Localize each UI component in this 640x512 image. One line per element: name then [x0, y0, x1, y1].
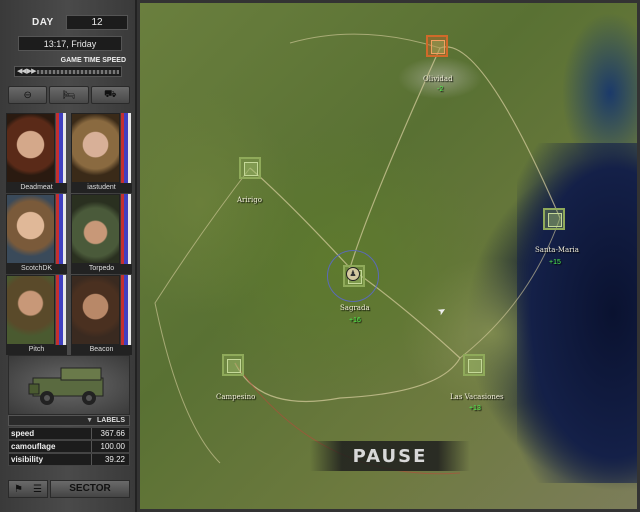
sector-icons: ⚑ ☰: [8, 480, 48, 498]
merc-name: Pitch: [6, 345, 67, 355]
merc-status-bars: [56, 275, 66, 345]
travel-button[interactable]: ⛟: [90, 86, 130, 104]
town-name: Aririgo: [237, 196, 262, 204]
arrow-down-icon[interactable]: ▼: [86, 416, 93, 426]
merc-card[interactable]: iastudent: [71, 113, 132, 193]
stat-label: speed: [11, 429, 35, 438]
merc-portrait[interactable]: [71, 113, 120, 183]
merc-status-bars: [121, 275, 131, 345]
merc-name: ScotchDK: [6, 264, 67, 274]
sector-bar: ⚑ ☰ SECTOR: [8, 480, 130, 498]
town-count: -2: [437, 86, 444, 93]
team-icon[interactable]: ⚑: [14, 484, 23, 495]
stat-value: 39.22: [104, 455, 125, 464]
merc-portrait[interactable]: [71, 275, 120, 345]
merc-portrait[interactable]: [6, 275, 55, 345]
town-marker[interactable]: [239, 157, 261, 179]
morale-bar: [127, 194, 131, 264]
day-value: 12: [66, 15, 128, 30]
pause-banner: PAUSE: [310, 441, 470, 471]
morale-bar: [127, 275, 131, 345]
morale-bar: [62, 113, 66, 183]
game-speed-label: GAME TIME SPEED: [60, 57, 126, 64]
merc-name: iastudent: [71, 183, 132, 193]
merc-name: Torpedo: [71, 264, 132, 274]
mode-buttons: ⊖ 🛏 ⛟: [8, 86, 130, 104]
stat-row: speed 367.66: [8, 427, 130, 440]
day-row: DAY 12: [8, 14, 130, 32]
morale-bar: [127, 113, 131, 183]
merc-portrait[interactable]: [71, 194, 120, 264]
merc-portrait[interactable]: [6, 194, 55, 264]
sector-button[interactable]: SECTOR: [50, 480, 130, 498]
merc-name: Beacon: [71, 345, 132, 355]
morale-bar: [62, 194, 66, 264]
merc-name: Deadmeat: [6, 183, 67, 193]
labels-bar[interactable]: ▼ LABELS: [8, 415, 130, 426]
merc-status-bars: [56, 194, 66, 264]
town-count: +13: [469, 405, 481, 412]
town-marker[interactable]: [543, 208, 565, 230]
stat-row: camouflage 100.00: [8, 440, 130, 453]
town-marker[interactable]: [222, 354, 244, 376]
merc-card[interactable]: Torpedo: [71, 194, 132, 274]
vehicle-stats: speed 367.66 camouflage 100.00 visibilit…: [8, 427, 130, 466]
stat-separator: [91, 454, 92, 465]
town-count: +15: [549, 259, 561, 266]
stat-label: visibility: [11, 455, 44, 464]
town-name: Campesino: [216, 393, 256, 401]
car-icon: ⛟: [104, 88, 117, 100]
speed-arrows-icon[interactable]: ◀◀ ▶▶: [17, 68, 37, 76]
merc-status-bars: [56, 113, 66, 183]
merc-portrait[interactable]: [6, 113, 55, 183]
stop-button[interactable]: ⊖: [8, 86, 48, 104]
day-label: DAY: [32, 17, 54, 28]
merc-status-bars: [121, 113, 131, 183]
stat-row: visibility 39.22: [8, 453, 130, 466]
stat-value: 367.66: [100, 429, 125, 438]
jeep-icon: [28, 367, 104, 405]
merc-card[interactable]: Beacon: [71, 275, 132, 355]
stat-separator: [91, 428, 92, 439]
stat-separator: [91, 441, 92, 452]
stat-label: camouflage: [11, 442, 56, 451]
merc-status-bars: [121, 194, 131, 264]
stat-value: 100.00: [100, 442, 125, 451]
rest-button[interactable]: 🛏: [49, 86, 89, 104]
strategic-map[interactable]: Olividad -2 Aririgo Santa-Maria +15 ♟ Sa…: [137, 0, 640, 512]
labels-title: LABELS: [97, 417, 125, 424]
vehicle-panel[interactable]: [8, 355, 130, 415]
merc-card[interactable]: Deadmeat: [6, 113, 67, 193]
merc-card[interactable]: ScotchDK: [6, 194, 67, 274]
squad-icon[interactable]: ♟: [346, 267, 360, 281]
town-marker[interactable]: [463, 354, 485, 376]
game-speed-slider[interactable]: ◀◀ ▶▶: [14, 66, 122, 77]
town-count: +16: [349, 317, 361, 324]
sidebar: DAY 12 13:17, Friday GAME TIME SPEED ◀◀ …: [0, 0, 137, 512]
speed-track[interactable]: [37, 70, 119, 74]
town-name: Las Vacasiones: [450, 393, 504, 401]
time-display: 13:17, Friday: [18, 36, 122, 51]
merc-card[interactable]: Pitch: [6, 275, 67, 355]
stop-icon: ⊖: [23, 89, 32, 101]
town-name: Sagrada: [340, 304, 370, 312]
morale-bar: [62, 275, 66, 345]
bed-icon: 🛏: [62, 89, 76, 101]
list-icon[interactable]: ☰: [33, 484, 42, 495]
town-name: Olividad: [423, 75, 453, 83]
town-marker[interactable]: [426, 35, 448, 57]
town-name: Santa-Maria: [535, 246, 579, 254]
road-network: [154, 33, 561, 475]
